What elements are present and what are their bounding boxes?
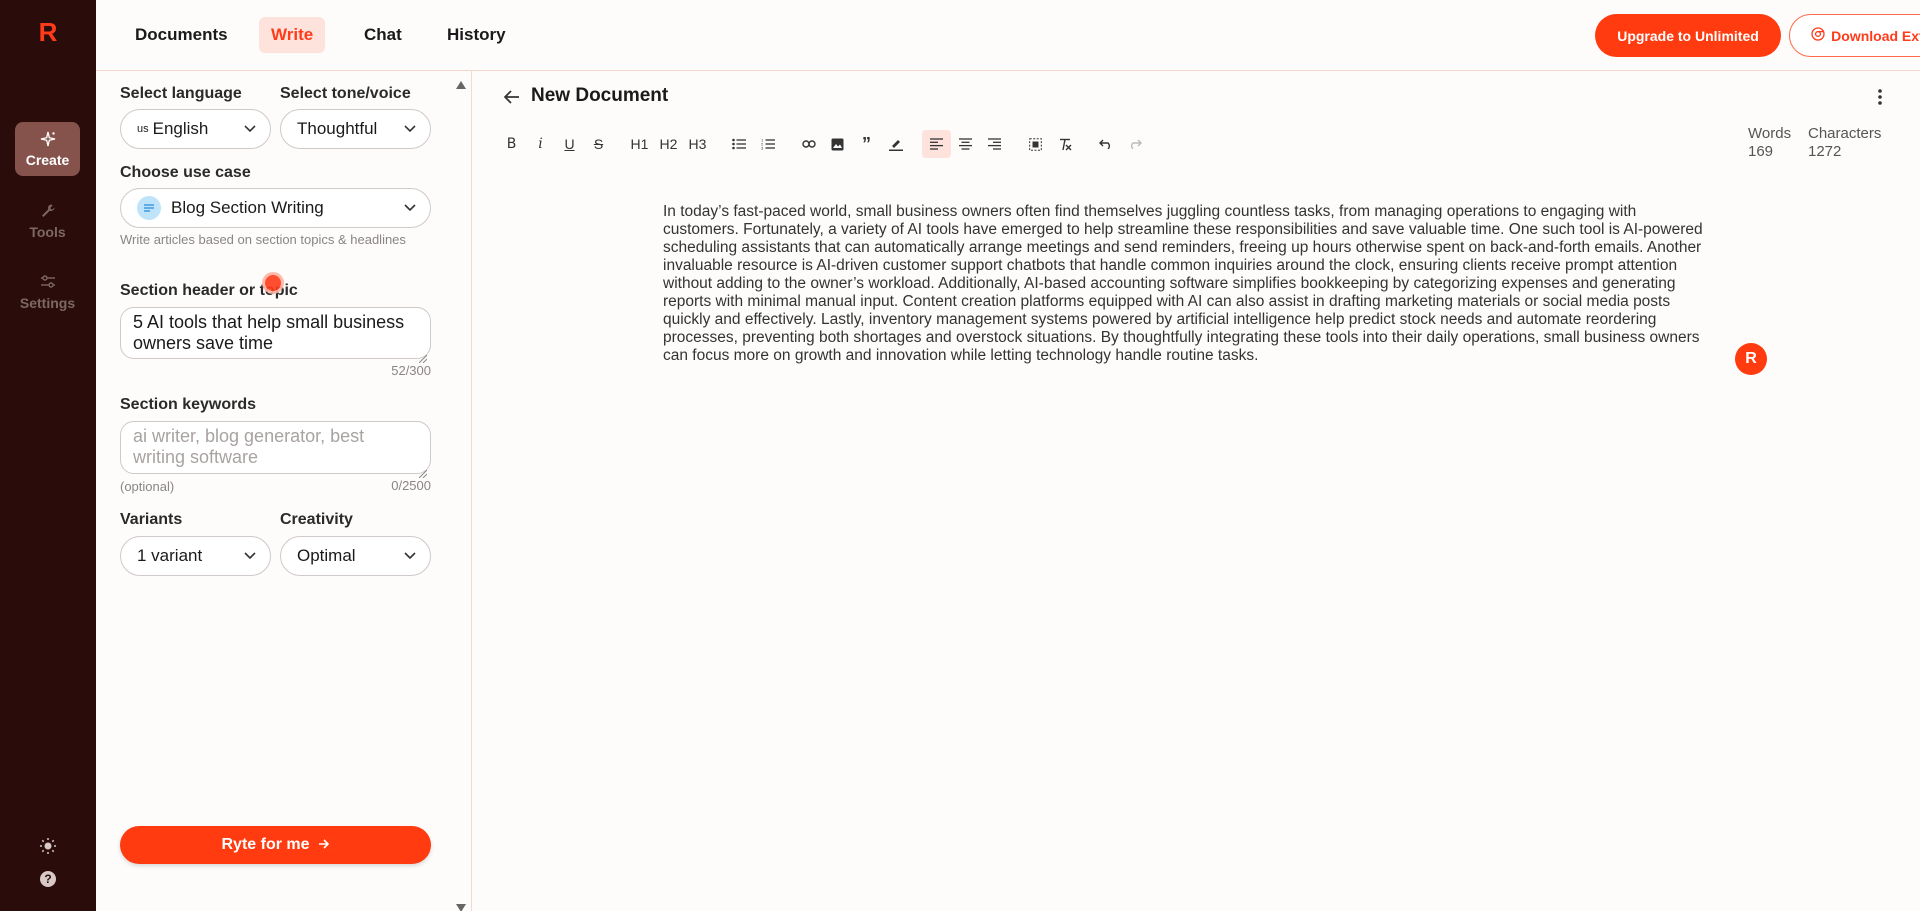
clear-format-icon[interactable] xyxy=(1050,130,1079,158)
assistant-badge[interactable]: R xyxy=(1735,343,1767,375)
keywords-label: Section keywords xyxy=(120,396,257,413)
document-body[interactable]: In today’s fast-paced world, small busin… xyxy=(663,203,1713,365)
variants-label: Variants xyxy=(120,511,183,528)
rail-item-create[interactable]: Create xyxy=(15,122,80,176)
sparkle-icon xyxy=(39,130,57,148)
link-icon[interactable] xyxy=(794,130,823,158)
back-arrow-icon[interactable] xyxy=(503,88,521,106)
characters-label: Characters xyxy=(1808,125,1882,142)
left-rail: R Create Tools Settings ? xyxy=(0,0,96,911)
chevron-down-icon xyxy=(244,123,256,135)
format-toolbar: B i U S H1 H2 H3 123 ” xyxy=(497,129,1149,159)
bold-icon[interactable]: B xyxy=(497,130,526,158)
arrow-right-icon xyxy=(318,836,330,854)
rail-item-label: Settings xyxy=(19,295,76,311)
theme-sun-icon[interactable] xyxy=(38,836,58,856)
variants-value: 1 variant xyxy=(137,546,203,565)
document-title[interactable]: New Document xyxy=(531,85,668,107)
word-count: Words 169 xyxy=(1748,125,1791,161)
chevron-down-icon xyxy=(404,123,416,135)
heading-1-button[interactable]: H1 xyxy=(625,130,654,158)
creativity-value: Optimal xyxy=(297,546,356,565)
settings-panel: Select language Select tone/voice us Eng… xyxy=(96,71,472,911)
image-icon[interactable] xyxy=(823,130,852,158)
strikethrough-icon[interactable]: S xyxy=(584,130,613,158)
undo-icon[interactable] xyxy=(1091,130,1120,158)
upgrade-button[interactable]: Upgrade to Unlimited xyxy=(1595,14,1781,57)
redo-icon[interactable] xyxy=(1120,130,1149,158)
sliders-icon xyxy=(39,273,57,291)
creativity-label: Creativity xyxy=(280,511,353,528)
usecase-select[interactable]: Blog Section Writing xyxy=(120,188,431,228)
rail-item-settings[interactable]: Settings xyxy=(15,265,80,319)
document-icon xyxy=(137,196,161,220)
ryte-for-me-label: Ryte for me xyxy=(221,836,310,853)
words-value: 169 xyxy=(1748,143,1774,160)
resize-handle-icon[interactable] xyxy=(418,347,428,364)
characters-value: 1272 xyxy=(1808,143,1842,160)
download-extension-button[interactable]: Download Extension xyxy=(1789,14,1920,57)
variants-select[interactable]: 1 variant xyxy=(120,536,271,576)
numbered-list-icon[interactable]: 123 xyxy=(753,130,782,158)
tab-write[interactable]: Write xyxy=(259,17,326,53)
language-select[interactable]: us English xyxy=(120,109,271,149)
scroll-up-icon[interactable] xyxy=(456,76,466,89)
resize-handle-icon[interactable] xyxy=(418,462,428,479)
align-center-icon[interactable] xyxy=(951,130,980,158)
tone-select[interactable]: Thoughtful xyxy=(280,109,431,149)
language-label: Select language xyxy=(120,85,242,102)
rail-item-tools[interactable]: Tools xyxy=(15,194,80,248)
keywords-input[interactable]: ai writer, blog generator, best writing … xyxy=(120,421,431,479)
section-header-counter: 52/300 xyxy=(391,363,431,378)
download-extension-label: Download Extension xyxy=(1831,27,1920,44)
tab-chat[interactable]: Chat xyxy=(352,17,414,53)
tab-history[interactable]: History xyxy=(435,17,518,53)
tab-documents[interactable]: Documents xyxy=(123,17,240,53)
app-root: R Create Tools Settings ? Documents Writ… xyxy=(0,0,1920,911)
rail-item-label: Tools xyxy=(29,224,66,240)
rail-item-label: Create xyxy=(25,152,70,168)
tone-label: Select tone/voice xyxy=(280,85,411,102)
usecase-label: Choose use case xyxy=(120,164,251,181)
chrome-icon xyxy=(1811,27,1825,44)
creativity-select[interactable]: Optimal xyxy=(280,536,431,576)
bullet-list-icon[interactable] xyxy=(724,130,753,158)
heading-3-button[interactable]: H3 xyxy=(683,130,712,158)
keywords-optional: (optional) xyxy=(120,479,175,494)
usecase-value: Blog Section Writing xyxy=(171,198,324,217)
select-all-icon[interactable] xyxy=(1021,130,1050,158)
character-count: Characters 1272 xyxy=(1808,125,1881,161)
quote-icon[interactable]: ” xyxy=(852,130,881,158)
underline-icon[interactable]: U xyxy=(555,130,584,158)
cursor-indicator xyxy=(262,272,284,294)
us-flag-icon: us xyxy=(137,123,149,135)
top-bar: Documents Write Chat History Upgrade to … xyxy=(96,0,1920,71)
align-right-icon[interactable] xyxy=(980,130,1009,158)
section-header-value: 5 AI tools that help small business owne… xyxy=(133,312,405,353)
help-icon[interactable]: ? xyxy=(38,869,58,889)
chevron-down-icon xyxy=(244,550,256,562)
chevron-down-icon xyxy=(404,550,416,562)
wrench-icon xyxy=(39,202,57,220)
svg-text:?: ? xyxy=(44,872,51,886)
italic-icon[interactable]: i xyxy=(526,130,555,158)
svg-text:3: 3 xyxy=(761,146,764,151)
editor-area: New Document B i U S H1 H2 H3 123 ” Word… xyxy=(473,71,1920,911)
section-header-input[interactable]: 5 AI tools that help small business owne… xyxy=(120,307,431,364)
words-label: Words xyxy=(1748,125,1792,142)
chevron-down-icon xyxy=(404,202,416,214)
more-options-icon[interactable] xyxy=(1877,87,1883,107)
highlighter-icon[interactable] xyxy=(881,130,910,158)
scroll-down-icon[interactable] xyxy=(456,899,466,911)
align-left-icon[interactable] xyxy=(922,130,951,158)
tone-value: Thoughtful xyxy=(297,119,378,138)
app-logo[interactable]: R xyxy=(36,18,60,46)
ryte-for-me-button[interactable]: Ryte for me xyxy=(120,826,431,864)
keywords-counter: 0/2500 xyxy=(391,478,431,493)
language-value: English xyxy=(152,119,209,138)
usecase-hint: Write articles based on section topics &… xyxy=(120,232,406,247)
keywords-placeholder: ai writer, blog generator, best writing … xyxy=(133,426,365,467)
heading-2-button[interactable]: H2 xyxy=(654,130,683,158)
